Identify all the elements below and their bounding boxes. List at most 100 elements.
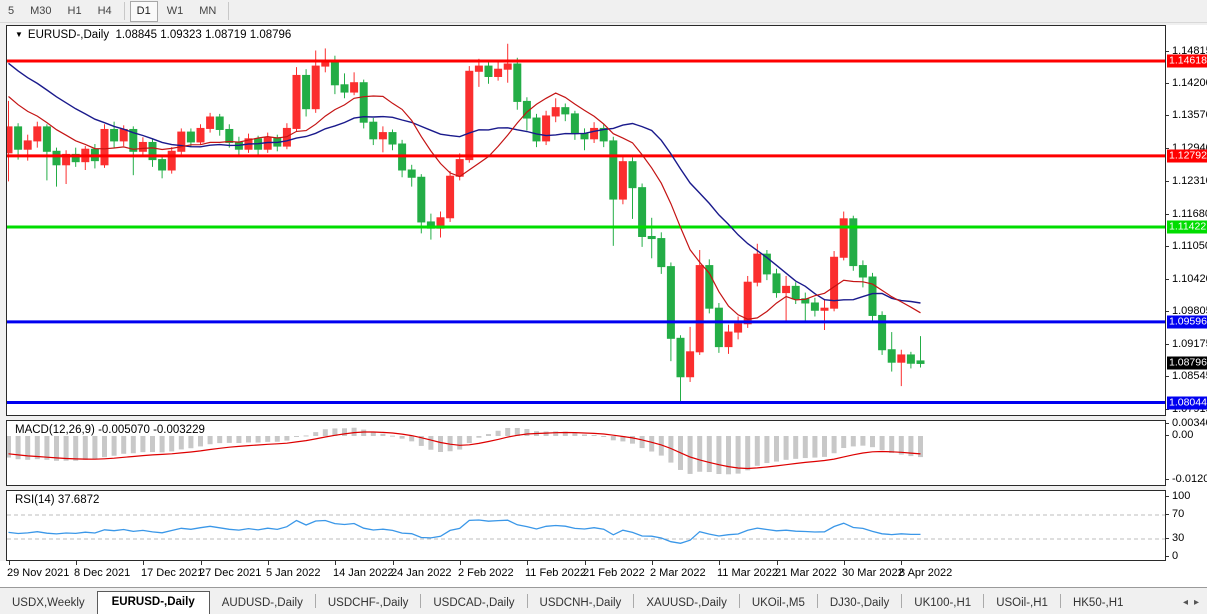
candle-body	[418, 177, 425, 222]
date-axis-label[interactable]: 14 Jan 2022	[333, 567, 394, 579]
macd-histogram-bar	[745, 436, 750, 470]
date-axis-label[interactable]: 21 Mar 2022	[775, 567, 837, 579]
date-axis-tick	[201, 561, 202, 565]
timeframe-button-5[interactable]: 5	[1, 1, 21, 22]
candle-body	[610, 141, 617, 199]
macd-histogram-bar	[755, 436, 760, 466]
date-axis-label[interactable]: 2 Feb 2022	[458, 567, 514, 579]
date-axis-tick	[460, 561, 461, 565]
candle-body	[370, 122, 377, 139]
candle-body	[447, 176, 454, 218]
date-axis[interactable]: 29 Nov 2021 8 Dec 2021 17 Dec 202127 Dec 2…	[0, 561, 1207, 587]
candle-body	[821, 308, 828, 310]
candle-body	[811, 303, 818, 310]
date-axis-label[interactable]: 17 Dec 2021	[141, 567, 203, 579]
price-axis-tick	[1166, 279, 1169, 280]
symbol-tab-bar: USDX,WeeklyEURUSD-,DailyAUDUSD-,DailyUSD…	[0, 587, 1207, 614]
symbol-tab-hk50-h1[interactable]: HK50-,H1	[1061, 593, 1136, 614]
candle-body	[408, 170, 415, 177]
price-level-badge[interactable]: 1.09596	[1167, 316, 1207, 329]
price-level-badge[interactable]: 1.11422	[1167, 221, 1207, 234]
price-level-badge[interactable]: 1.12792	[1167, 150, 1207, 163]
date-axis-label[interactable]: 2 Mar 2022	[650, 567, 706, 579]
symbol-tab-eurusd-daily[interactable]: EURUSD-,Daily	[97, 591, 210, 614]
date-axis-label[interactable]: 21 Feb 2022	[583, 567, 645, 579]
date-axis-label[interactable]: 5 Jan 2022	[266, 567, 320, 579]
candle-body	[562, 108, 569, 114]
rsi-panel[interactable]: RSI(14) 37.6872	[6, 490, 1166, 561]
macd-histogram-bar	[179, 436, 184, 449]
date-axis-tick	[652, 561, 653, 565]
trading-app-window: 5M30H1H4 D1W1MN ▼EURUSD-,Daily 1.08845 1.…	[0, 0, 1207, 614]
candle-body	[168, 151, 175, 170]
rsi-axis-tick	[1166, 538, 1169, 539]
macd-axis-label: -0.012058	[1172, 473, 1207, 485]
candle-body	[53, 151, 60, 165]
candle-body	[120, 129, 127, 140]
candle-body	[677, 338, 684, 376]
symbol-tab-usdcad-daily[interactable]: USDCAD-,Daily	[421, 593, 526, 614]
macd-panel[interactable]: MACD(12,26,9) -0.005070 -0.003229	[6, 420, 1166, 486]
current-price-badge: 1.08796	[1167, 357, 1207, 370]
tab-scroll-right-icon[interactable]: ▸	[1194, 597, 1199, 608]
candle-body	[754, 254, 761, 282]
symbol-tab-usdcnh-daily[interactable]: USDCNH-,Daily	[528, 593, 634, 614]
date-axis-label[interactable]: 8 Apr 2022	[899, 567, 952, 579]
date-axis-label[interactable]: 27 Dec 2021	[199, 567, 261, 579]
symbol-tab-ukoil-m5[interactable]: UKOil-,M5	[740, 593, 817, 614]
date-axis-tick	[76, 561, 77, 565]
tab-scroll-left-icon[interactable]: ◂	[1183, 597, 1188, 608]
macd-histogram-bar	[592, 435, 597, 436]
price-axis[interactable]: 1.148151.142001.135701.129401.123101.116…	[1166, 25, 1207, 561]
candle-body	[619, 162, 626, 199]
date-axis-tick	[335, 561, 336, 565]
candle-body	[139, 142, 146, 151]
timeframe-button-w1[interactable]: W1	[160, 1, 191, 22]
price-axis-tick	[1166, 115, 1169, 116]
price-axis-tick	[1166, 246, 1169, 247]
price-axis-tick	[1166, 83, 1169, 84]
symbol-tab-uk100-h1[interactable]: UK100-,H1	[902, 593, 983, 614]
symbol-tab-usdchf-daily[interactable]: USDCHF-,Daily	[316, 593, 421, 614]
date-axis-tick	[268, 561, 269, 565]
symbol-tab-usdx-weekly[interactable]: USDX,Weekly	[0, 593, 97, 614]
timeframe-button-m30[interactable]: M30	[23, 1, 58, 22]
timeframe-button-h1[interactable]: H1	[61, 1, 89, 22]
price-level-badge[interactable]: 1.08044	[1167, 397, 1207, 410]
date-axis-label[interactable]: 29 Nov 2021	[7, 567, 69, 579]
date-axis-tick	[527, 561, 528, 565]
candle-body	[303, 75, 310, 108]
macd-label: MACD(12,26,9) -0.005070 -0.003229	[15, 424, 205, 436]
date-axis-label[interactable]: 30 Mar 2022	[842, 567, 904, 579]
macd-histogram-bar	[860, 436, 865, 446]
macd-histogram-bar	[352, 428, 357, 436]
macd-axis-tick	[1166, 435, 1169, 436]
candle-body	[475, 66, 482, 71]
timeframe-button-mn[interactable]: MN	[192, 1, 223, 22]
symbol-tab-dj30-daily[interactable]: DJ30-,Daily	[818, 593, 901, 614]
price-level-badge[interactable]: 1.14618	[1167, 55, 1207, 68]
moving-average-fast	[9, 93, 921, 319]
candle-body	[687, 352, 694, 377]
macd-histogram-bar	[832, 436, 837, 453]
symbol-tab-xauusd-daily[interactable]: XAUUSD-,Daily	[634, 593, 739, 614]
candle-body	[552, 108, 559, 116]
macd-histogram-bar	[601, 436, 606, 437]
timeframe-button-d1[interactable]: D1	[130, 1, 158, 22]
timeframe-button-h4[interactable]: H4	[91, 1, 119, 22]
date-axis-label[interactable]: 11 Mar 2022	[717, 567, 778, 579]
date-axis-label[interactable]: 8 Dec 2021	[74, 567, 130, 579]
macd-histogram-bar	[640, 436, 645, 448]
candle-body	[197, 128, 204, 142]
macd-histogram-bar	[716, 436, 721, 474]
date-axis-label[interactable]: 11 Feb 2022	[525, 567, 586, 579]
symbol-tab-usoil-h1[interactable]: USOil-,H1	[984, 593, 1060, 614]
date-axis-label[interactable]: 24 Jan 2022	[391, 567, 452, 579]
price-chart-panel[interactable]: ▼EURUSD-,Daily 1.08845 1.09323 1.08719 1…	[6, 25, 1166, 416]
candle-body	[7, 127, 12, 153]
chevron-down-icon[interactable]: ▼	[15, 30, 23, 39]
symbol-tab-audusd-daily[interactable]: AUDUSD-,Daily	[210, 593, 315, 614]
price-axis-label: 1.14200	[1172, 77, 1207, 89]
timeframe-toolbar: 5M30H1H4 D1W1MN	[0, 0, 1207, 23]
candle-body	[34, 127, 41, 141]
